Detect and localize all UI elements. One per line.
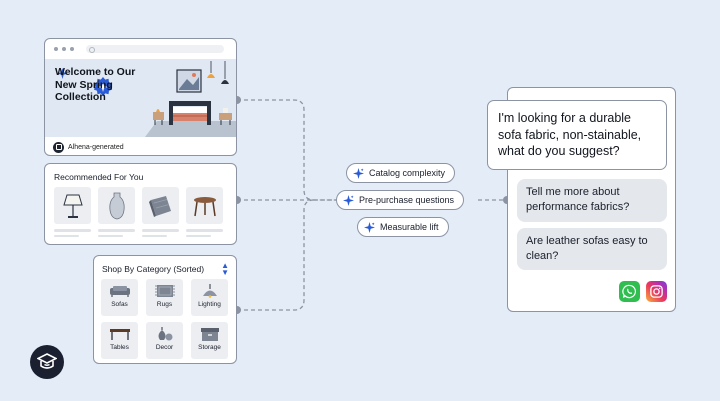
suggested-question-2[interactable]: Are leather sofas easy to clean?: [517, 228, 667, 270]
stool-icon: [193, 196, 216, 216]
product-tile[interactable]: [98, 187, 135, 224]
whatsapp-icon[interactable]: [619, 281, 640, 302]
window-dot: [70, 47, 74, 51]
recommended-card[interactable]: Recommended For You: [44, 163, 237, 245]
category-title: Shop By Category (Sorted): [102, 264, 205, 274]
sort-toggle-icon[interactable]: ▲ ▼: [221, 262, 229, 277]
storage-box-icon: [200, 328, 219, 341]
hero-title-line: Welcome to Our: [55, 66, 136, 78]
category-tile-lighting[interactable]: Lighting: [191, 279, 228, 316]
whatsapp-glyph-icon: [622, 284, 636, 299]
suggested-question-1[interactable]: Tell me more about performance fabrics?: [517, 179, 667, 222]
hero-title-line: New Spring: [55, 78, 113, 91]
category-tile-sofas[interactable]: Sofas: [101, 279, 138, 316]
pill-catalog-complexity[interactable]: Catalog complexity: [346, 163, 456, 183]
window-dot: [62, 47, 66, 51]
sparkle-icon: [364, 221, 375, 233]
pill-label: Measurable lift: [380, 222, 439, 232]
window-dot: [54, 47, 58, 51]
generated-label-text: Alhena-generated: [68, 143, 124, 151]
hero-title-line: Collection: [55, 91, 106, 103]
instagram-icon[interactable]: [646, 281, 667, 302]
category-label: Lighting: [198, 301, 221, 308]
sofa-icon: [109, 286, 130, 297]
generated-label: Alhena-generated: [45, 137, 236, 155]
sparkle-icon: [353, 167, 364, 179]
hero-banner-card[interactable]: Welcome to Our New Spring Collection Alh…: [44, 38, 237, 156]
decor-icon: [158, 327, 172, 341]
hero-title: Welcome to Our New Spring Collection: [55, 66, 150, 104]
table-icon: [109, 329, 130, 340]
vase-icon: [108, 192, 125, 219]
category-tile-rugs[interactable]: Rugs: [146, 279, 183, 316]
category-label: Rugs: [156, 301, 173, 308]
pill-pre-purchase-questions[interactable]: Pre-purchase questions: [336, 190, 465, 210]
category-label: Sofas: [111, 301, 128, 308]
rug-icon: [154, 285, 175, 297]
pill-label: Pre-purchase questions: [359, 195, 455, 205]
category-card[interactable]: Shop By Category (Sorted) ▲ ▼ Sofas Rugs …: [93, 255, 237, 364]
recommended-title: Recommended For You: [54, 172, 144, 182]
browser-bar: [45, 39, 236, 59]
pendant-lamp-icon: [202, 284, 217, 298]
product-placeholder-lines: [54, 229, 223, 240]
user-message-bubble: I'm looking for a durable sofa fabric, n…: [487, 100, 667, 170]
alhena-badge-icon: [53, 141, 64, 153]
category-tile-tables[interactable]: Tables: [101, 322, 138, 359]
product-tile[interactable]: [186, 187, 223, 224]
instagram-glyph-icon: [650, 285, 663, 298]
brand-logo-icon: [30, 345, 64, 379]
sparkle-icon: [343, 194, 354, 206]
category-label: Tables: [110, 344, 129, 351]
pill-measurable-lift[interactable]: Measurable lift: [357, 217, 449, 237]
bedroom-illustration: [145, 61, 236, 137]
url-bar: [86, 45, 224, 53]
product-tile[interactable]: [142, 187, 179, 224]
product-tile[interactable]: [54, 187, 91, 224]
lamp-icon: [62, 194, 83, 218]
category-label: Storage: [198, 344, 221, 351]
category-tile-storage[interactable]: Storage: [191, 322, 228, 359]
pill-label: Catalog complexity: [369, 168, 446, 178]
category-label: Decor: [155, 344, 174, 351]
blanket-icon: [148, 195, 171, 217]
category-tile-decor[interactable]: Decor: [146, 322, 183, 359]
